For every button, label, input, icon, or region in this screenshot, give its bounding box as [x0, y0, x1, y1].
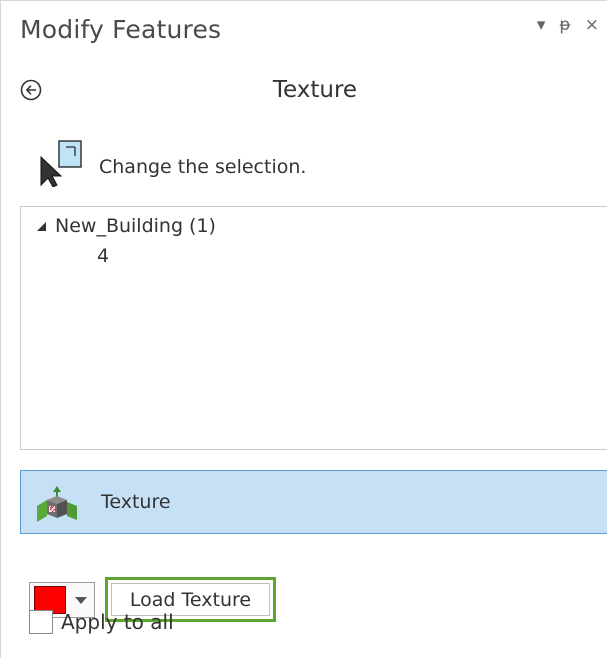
selection-tree: New_Building (1) 4 [20, 206, 607, 450]
apply-to-all-checkbox-row[interactable]: Apply to all [29, 610, 174, 634]
change-selection-icon [40, 140, 82, 187]
texture-cube-icon [37, 486, 77, 522]
tree-node-label: New_Building (1) [55, 215, 216, 237]
pin-icon[interactable]: ᵽ [559, 15, 570, 35]
texture-tool-item[interactable]: Texture [20, 470, 607, 534]
chevron-down-icon[interactable] [75, 596, 87, 604]
apply-to-all-label: Apply to all [61, 610, 174, 634]
pane-title-controls: ▾ ᵽ × [537, 15, 599, 35]
change-selection-button[interactable]: Change the selection. [39, 139, 306, 187]
apply-to-all-checkbox[interactable] [29, 610, 53, 634]
tool-heading: Texture [272, 77, 358, 103]
change-selection-label: Change the selection. [99, 156, 307, 178]
pane-title: Modify Features [20, 15, 222, 44]
pane-options-dropdown-icon[interactable]: ▾ [537, 15, 546, 35]
close-icon[interactable]: × [585, 15, 599, 35]
modify-features-pane: Modify Features ▾ ᵽ × Texture Change the… [0, 0, 607, 658]
texture-tool-label: Texture [101, 491, 171, 513]
tree-child-feature[interactable]: 4 [97, 245, 109, 267]
expanded-triangle-icon[interactable] [35, 220, 47, 232]
tree-node-new-building[interactable]: New_Building (1) [35, 215, 216, 237]
